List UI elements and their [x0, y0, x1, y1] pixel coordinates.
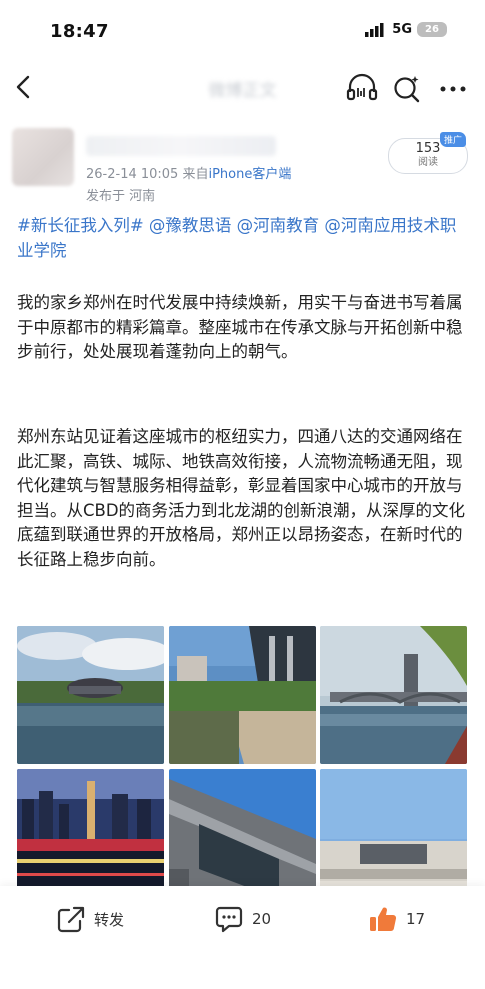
more-icon[interactable] — [436, 72, 470, 104]
post-paragraph: 我的家乡郑州在时代发展中持续焕新，用实干与奋进书写着属于中原都市的精彩篇章。整座… — [17, 293, 463, 361]
signal-icon — [365, 22, 384, 37]
photo-plaza-walkway[interactable] — [169, 626, 316, 764]
photo-river-bridge[interactable] — [320, 626, 467, 764]
status-bar: 18:47 5G 26 — [0, 0, 485, 62]
read-label: 阅读 — [418, 157, 438, 168]
network-type: 5G — [392, 22, 412, 37]
post-paragraph: 郑州东站见证着这座城市的枢纽实力，四通八达的交通网络在此汇聚，高铁、城际、地铁高… — [17, 427, 466, 569]
status-time: 18:47 — [50, 21, 109, 42]
author-name-blurred[interactable] — [86, 136, 276, 156]
listen-icon[interactable] — [345, 72, 379, 104]
comment-count: 20 — [252, 910, 272, 928]
avatar[interactable] — [12, 128, 74, 186]
like-button[interactable]: 17 — [368, 904, 425, 934]
share-icon — [57, 906, 85, 933]
like-count: 17 — [406, 910, 426, 928]
topic-link[interactable]: #新长征我入列# — [17, 216, 149, 235]
mention-link[interactable]: @豫教思语 — [149, 216, 237, 235]
post-location: 发布于 河南 — [86, 189, 156, 204]
comment-button[interactable]: 20 — [214, 904, 271, 934]
thumbs-up-icon — [370, 907, 397, 931]
promo-badge: 推广 — [440, 132, 467, 147]
photo-lake-building[interactable] — [17, 626, 164, 764]
comment-icon — [215, 906, 243, 933]
post-tags: #新长征我入列# @豫教思语 @河南教育 @河南应用技术职业学院 — [17, 214, 469, 263]
nav-bar: 微博正文 — [0, 62, 485, 114]
battery-icon: 26 — [417, 22, 447, 37]
post-client[interactable]: iPhone客户端 — [208, 167, 291, 182]
repost-label: 转发 — [94, 910, 125, 929]
ai-search-icon[interactable] — [392, 72, 422, 104]
post-time: 26-2-14 10:05 来自 — [86, 167, 209, 182]
repost-button[interactable]: 转发 — [56, 904, 124, 934]
mention-link[interactable]: @河南教育 — [237, 216, 325, 235]
bottom-action-bar: 转发 20 17 — [0, 886, 485, 989]
author-header: 26-2-14 10:05 来自iPhone客户端 发布于 河南 153 阅读 — [0, 118, 485, 208]
status-indicators: 5G 26 — [365, 22, 447, 37]
post-meta: 26-2-14 10:05 来自iPhone客户端 — [86, 163, 291, 182]
